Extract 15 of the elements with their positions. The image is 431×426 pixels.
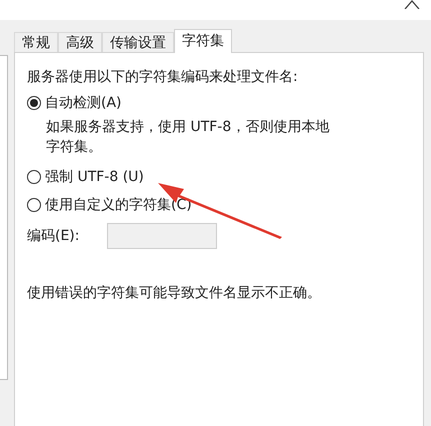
- tab[interactable]: 传输设置: [102, 32, 174, 52]
- radio-button[interactable]: [27, 170, 41, 184]
- description-text: 字符集。: [46, 138, 103, 157]
- tab[interactable]: 常规: [14, 32, 58, 52]
- heading-text: 服务器使用以下的字符集编码来处理文件名:: [27, 68, 299, 87]
- note-text: 使用错误的字符集可能导致文件名显示不正确。: [27, 284, 322, 303]
- tab[interactable]: 高级: [58, 32, 102, 52]
- radio-button[interactable]: [27, 198, 41, 212]
- encoding-label: 编码(E):: [27, 226, 80, 246]
- radio-button[interactable]: [27, 96, 41, 110]
- close-icon[interactable]: [404, 0, 420, 9]
- radio-option[interactable]: 强制 UTF-8 (U): [27, 163, 423, 191]
- radio-option[interactable]: 自动检测(A): [27, 89, 423, 117]
- description-text: 如果服务器支持，使用 UTF-8，否则使用本地: [46, 118, 330, 137]
- tab[interactable]: 字符集: [174, 29, 232, 53]
